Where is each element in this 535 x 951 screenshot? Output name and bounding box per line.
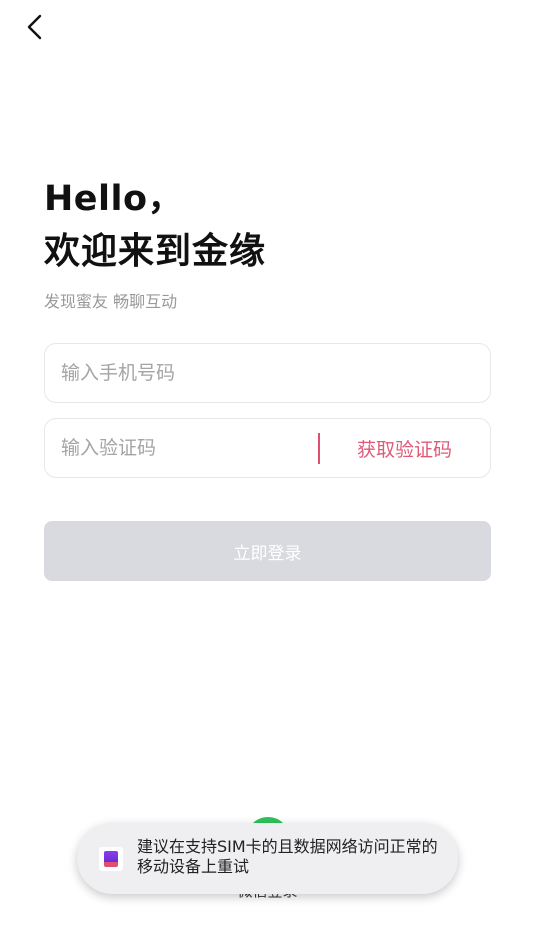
toast-message: 建议在支持SIM卡的且数据网络访问正常的移动设备上重试 (77, 823, 458, 894)
phone-field-container (44, 343, 491, 403)
verification-code-input[interactable] (45, 419, 315, 477)
code-field-container: 获取验证码 (44, 418, 491, 478)
page-subtitle: 发现蜜友 畅聊互动 (44, 292, 178, 311)
app-icon (99, 847, 123, 871)
chevron-left-icon (27, 14, 42, 40)
get-code-button[interactable]: 获取验证码 (357, 419, 452, 477)
back-button[interactable] (18, 10, 52, 44)
login-screen: Hello， 欢迎来到金缘 发现蜜友 畅聊互动 获取验证码 立即登录 微信登录 … (0, 0, 535, 951)
greeting-hello: Hello， (44, 179, 184, 219)
login-button[interactable]: 立即登录 (44, 521, 491, 581)
page-title: 欢迎来到金缘 (44, 231, 267, 272)
field-divider (318, 433, 320, 464)
toast-text: 建议在支持SIM卡的且数据网络访问正常的移动设备上重试 (137, 837, 438, 876)
phone-input[interactable] (45, 344, 490, 402)
